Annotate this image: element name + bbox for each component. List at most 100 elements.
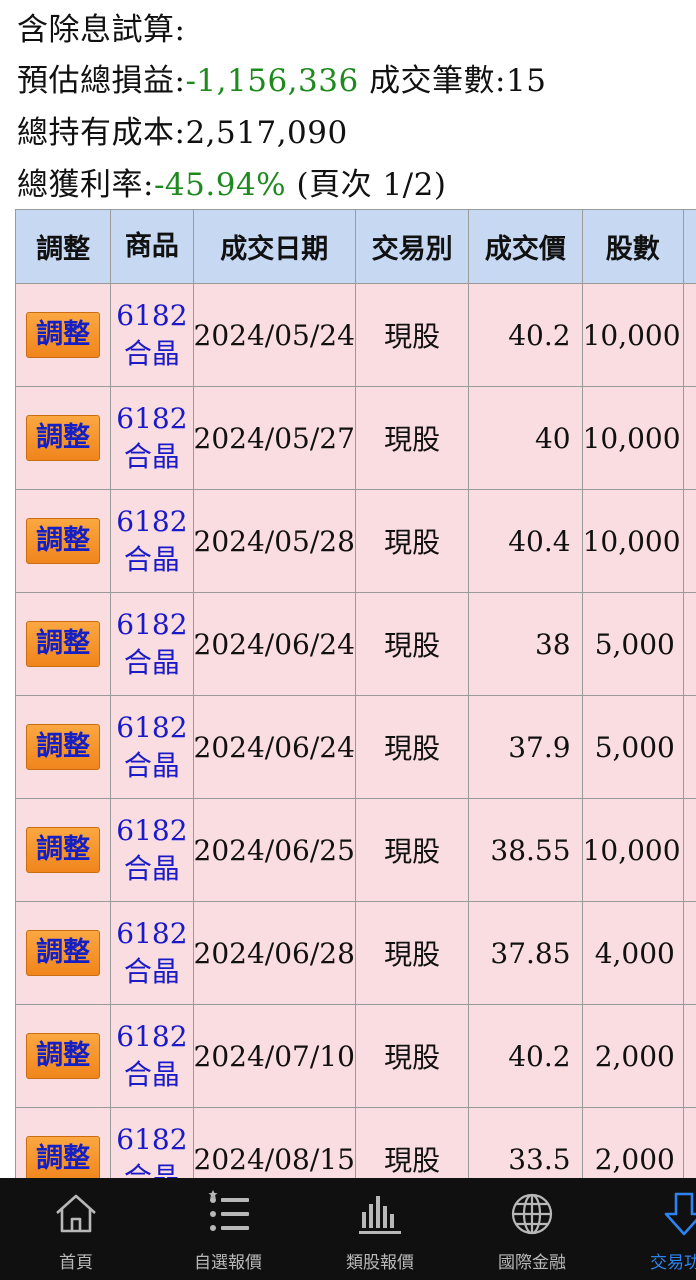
share-quantity: 10,000 <box>581 283 684 387</box>
tab-home[interactable]: 首頁 <box>0 1178 152 1280</box>
tab-watchlist[interactable]: 自選報價 <box>152 1178 304 1280</box>
overflow-cell <box>682 386 696 490</box>
trade-type: 現股 <box>354 798 470 902</box>
adjust-button[interactable]: 調整 <box>26 724 101 770</box>
profit-rate-label: 總獲利率: <box>17 167 154 203</box>
trade-type: 現股 <box>354 386 470 490</box>
overflow-cell <box>682 695 696 799</box>
adjust-button[interactable]: 調整 <box>26 518 101 564</box>
page-info: (頁次 1/2) <box>296 167 447 203</box>
share-quantity: 2,000 <box>581 1004 684 1108</box>
header-price: 成交價 <box>468 209 583 284</box>
trade-price: 38.55 <box>468 798 583 902</box>
trade-type: 現股 <box>354 592 470 696</box>
trade-date: 2024/06/24 <box>192 695 356 799</box>
adjust-cell: 調整 <box>14 798 112 902</box>
product-link[interactable]: 6182 合晶 <box>110 489 194 593</box>
adjust-button[interactable]: 調整 <box>26 827 101 873</box>
product-code: 6182 <box>116 917 188 950</box>
share-quantity: 5,000 <box>581 592 684 696</box>
tab-sector-quotes-label: 類股報價 <box>346 1253 414 1273</box>
trade-price: 37.9 <box>468 695 583 799</box>
overflow-cell <box>682 1004 696 1108</box>
trade-price: 40 <box>468 386 583 490</box>
product-code: 6182 <box>116 814 188 847</box>
table-row: 調整 6182 合晶 2024/05/28 現股 40.4 10,000 <box>14 489 696 593</box>
tab-international-finance-label: 國際金融 <box>498 1253 566 1273</box>
product-name: 合晶 <box>123 852 180 885</box>
adjust-button[interactable]: 調整 <box>26 312 101 358</box>
globe-icon <box>511 1193 553 1235</box>
table-row: 調整 6182 合晶 2024/06/25 現股 38.55 10,000 <box>14 798 696 902</box>
adjust-button[interactable]: 調整 <box>26 415 101 461</box>
trade-date: 2024/06/28 <box>192 901 356 1005</box>
trade-date: 2024/06/25 <box>192 798 356 902</box>
summary-cost-line: 總持有成本:2,517,090 <box>17 107 348 159</box>
trade-date: 2024/05/24 <box>192 283 356 387</box>
list-icon <box>208 1190 249 1231</box>
header-shares: 股數 <box>581 209 684 284</box>
product-link[interactable]: 6182 合晶 <box>110 592 194 696</box>
trade-count-label: 成交筆數: <box>369 63 507 99</box>
adjust-cell: 調整 <box>14 283 112 387</box>
product-code: 6182 <box>116 1123 188 1156</box>
product-name: 合晶 <box>123 543 180 576</box>
product-name: 合晶 <box>123 749 180 782</box>
home-icon <box>56 1194 96 1233</box>
share-quantity: 5,000 <box>581 695 684 799</box>
profit-rate-value: -45.94% <box>153 167 287 203</box>
product-code: 6182 <box>116 299 188 332</box>
trade-type: 現股 <box>354 283 470 387</box>
summary-estimated-pl-line: 預估總損益:-1,156,336 成交筆數:15 <box>17 55 546 107</box>
trade-date: 2024/05/28 <box>192 489 356 593</box>
table-row: 調整 6182 合晶 2024/05/27 現股 40 10,000 <box>14 386 696 490</box>
adjust-cell: 調整 <box>14 386 112 490</box>
product-code: 6182 <box>116 402 188 435</box>
tab-trading[interactable]: 交易功能 <box>608 1178 696 1280</box>
adjust-cell: 調整 <box>14 901 112 1005</box>
overflow-cell <box>682 489 696 593</box>
product-link[interactable]: 6182 合晶 <box>110 695 194 799</box>
table-row: 調整 6182 合晶 2024/06/24 現股 37.9 5,000 <box>14 695 696 799</box>
trade-count-value: 15 <box>506 63 547 99</box>
arrow-down-icon <box>664 1192 696 1236</box>
share-quantity: 10,000 <box>581 798 684 902</box>
product-link[interactable]: 6182 合晶 <box>110 901 194 1005</box>
trade-type: 現股 <box>354 1004 470 1108</box>
trade-table: 調整 商品 成交日期 交易別 成交價 股數 調整 6182 合晶 2024/05/24… <box>14 209 696 1211</box>
trade-type: 現股 <box>354 901 470 1005</box>
trade-price: 40.4 <box>468 489 583 593</box>
tab-sector-quotes[interactable]: 類股報價 <box>304 1178 456 1280</box>
trade-type: 現股 <box>354 695 470 799</box>
table-row: 調整 6182 合晶 2024/05/24 現股 40.2 10,000 <box>14 283 696 387</box>
trade-date: 2024/05/27 <box>192 386 356 490</box>
adjust-cell: 調整 <box>14 592 112 696</box>
product-link[interactable]: 6182 合晶 <box>110 1004 194 1108</box>
product-link[interactable]: 6182 合晶 <box>110 798 194 902</box>
adjust-button[interactable]: 調整 <box>26 1033 101 1079</box>
adjust-cell: 調整 <box>14 1004 112 1108</box>
trade-price: 38 <box>468 592 583 696</box>
trade-type: 現股 <box>354 489 470 593</box>
table-row: 調整 6182 合晶 2024/06/24 現股 38 5,000 <box>14 592 696 696</box>
tab-watchlist-label: 自選報價 <box>194 1253 262 1273</box>
overflow-cell <box>682 592 696 696</box>
adjust-button[interactable]: 調整 <box>26 1136 101 1182</box>
product-link[interactable]: 6182 合晶 <box>110 386 194 490</box>
product-link[interactable]: 6182 合晶 <box>110 283 194 387</box>
trade-price: 40.2 <box>468 1004 583 1108</box>
product-code: 6182 <box>116 505 188 538</box>
share-quantity: 4,000 <box>581 901 684 1005</box>
table-row: 調整 6182 合晶 2024/07/10 現股 40.2 2,000 <box>14 1004 696 1108</box>
tab-home-label: 首頁 <box>59 1253 93 1273</box>
summary-title: 含除息試算: <box>17 12 186 48</box>
product-code: 6182 <box>116 711 188 744</box>
share-quantity: 10,000 <box>581 386 684 490</box>
adjust-button[interactable]: 調整 <box>26 621 101 667</box>
trade-price: 37.85 <box>468 901 583 1005</box>
tab-international-finance[interactable]: 國際金融 <box>456 1178 608 1280</box>
adjust-button[interactable]: 調整 <box>26 930 101 976</box>
product-code: 6182 <box>116 608 188 641</box>
header-trade-type: 交易別 <box>354 209 470 284</box>
trade-price: 40.2 <box>468 283 583 387</box>
